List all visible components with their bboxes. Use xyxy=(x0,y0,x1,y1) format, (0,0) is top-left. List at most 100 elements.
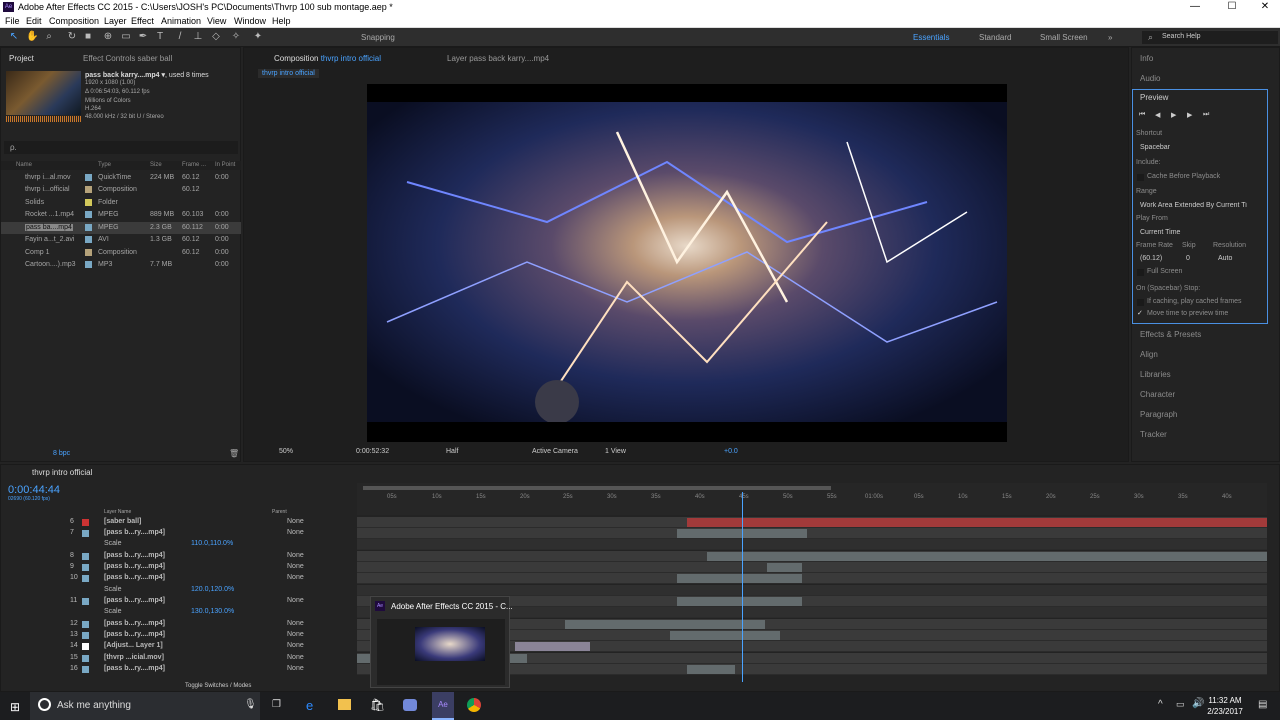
layer-track[interactable] xyxy=(357,573,1267,584)
full-screen-checkbox[interactable] xyxy=(1137,269,1144,276)
discord-icon[interactable] xyxy=(403,699,417,711)
move-time-checkbox[interactable]: ✓ xyxy=(1137,310,1144,317)
pen-tool-icon[interactable]: ✒ xyxy=(137,31,149,43)
first-frame-icon[interactable]: ⏮ xyxy=(1139,111,1145,119)
cortana-search-input[interactable]: Ask me anything xyxy=(57,700,131,711)
layer-row[interactable]: 8 [pass b...ry....mp4] None xyxy=(0,551,356,562)
trash-icon[interactable]: 🗑 xyxy=(229,449,239,458)
workspace-standard[interactable]: Standard xyxy=(979,33,1011,42)
explorer-icon[interactable] xyxy=(338,699,351,710)
exposure-value[interactable]: +0.0 xyxy=(724,448,738,455)
panel-align[interactable]: Align xyxy=(1140,350,1270,359)
type-tool-icon[interactable]: T xyxy=(154,31,166,43)
minimize-button[interactable]: — xyxy=(1175,1,1215,12)
menu-file[interactable]: File xyxy=(5,16,20,26)
selection-tool-icon[interactable]: ↖ xyxy=(8,31,20,43)
shortcut-dropdown[interactable]: Spacebar xyxy=(1140,144,1245,151)
help-search-input[interactable]: Search Help xyxy=(1162,33,1201,40)
list-item[interactable]: pass ba....mp4 MPEG 2.3 GB 60.112 0:00 xyxy=(1,222,241,234)
menu-effect[interactable]: Effect xyxy=(131,16,154,26)
property-row[interactable]: Scale 110.0,110.0% xyxy=(0,539,356,550)
camera-tool-icon[interactable]: ■ xyxy=(82,31,94,43)
previous-frame-icon[interactable]: ◀ xyxy=(1155,111,1160,119)
layer-row[interactable]: 13 [pass b...ry....mp4] None xyxy=(0,630,356,641)
taskbar-preview-popup[interactable]: Ae Adobe After Effects CC 2015 - C... xyxy=(370,596,513,688)
tab-project[interactable]: Project xyxy=(9,54,34,63)
workspace-essentials[interactable]: Essentials xyxy=(913,33,949,42)
playhead[interactable] xyxy=(742,492,743,682)
panel-tracker[interactable]: Tracker xyxy=(1140,430,1270,439)
workspace-small-screen[interactable]: Small Screen xyxy=(1040,33,1088,42)
eraser-tool-icon[interactable]: ◇ xyxy=(210,31,222,43)
tab-effect-controls[interactable]: Effect Controls saber ball xyxy=(83,54,172,63)
snapping-label[interactable]: Snapping xyxy=(361,33,395,42)
work-area-bar[interactable] xyxy=(363,486,831,490)
camera-dropdown[interactable]: Active Camera xyxy=(532,448,578,455)
tab-timeline[interactable]: thvrp intro official xyxy=(32,468,92,477)
list-item[interactable]: thvrp i...al.mov QuickTime 224 MB 60.12 0:00 xyxy=(1,172,241,184)
menu-layer[interactable]: Layer xyxy=(104,16,127,26)
property-row[interactable]: Scale 120.0,120.0% xyxy=(0,585,356,596)
layer-track[interactable] xyxy=(357,551,1267,562)
panel-effects-presets[interactable]: Effects & Presets xyxy=(1140,330,1270,339)
menu-window[interactable]: Window xyxy=(234,16,266,26)
windows-start-icon[interactable]: ⊞ xyxy=(10,700,20,714)
layer-track[interactable] xyxy=(357,539,1267,550)
layer-row[interactable]: 7 [pass b...ry....mp4] None xyxy=(0,528,356,539)
tab-layer[interactable]: Layer pass back karry....mp4 xyxy=(447,54,549,63)
column-size[interactable]: Size xyxy=(150,162,162,168)
list-item[interactable]: Comp 1 Composition 60.12 0:00 xyxy=(1,247,241,259)
panel-libraries[interactable]: Libraries xyxy=(1140,370,1270,379)
project-search-input[interactable]: ρ. xyxy=(10,143,17,152)
if-caching-checkbox[interactable] xyxy=(1137,299,1144,306)
notifications-icon[interactable]: ▤ xyxy=(1258,699,1267,710)
magnification-dropdown[interactable]: 50% xyxy=(279,448,293,455)
layer-row[interactable]: 6 [saber ball] None xyxy=(0,517,356,528)
edge-icon[interactable]: e xyxy=(306,698,313,713)
resolution-dropdown[interactable]: Half xyxy=(446,448,458,455)
pan-behind-tool-icon[interactable]: ⊕ xyxy=(102,31,114,43)
next-frame-icon[interactable]: ▶ xyxy=(1187,111,1192,119)
hand-tool-icon[interactable]: ✋ xyxy=(26,31,38,43)
clone-tool-icon[interactable]: ⊥ xyxy=(192,31,204,43)
list-item[interactable]: thvrp i...official Composition 60.12 xyxy=(1,184,241,196)
play-icon[interactable]: ▶ xyxy=(1171,111,1176,119)
list-item[interactable]: Rocket ...1.mp4 MPEG 889 MB 60.103 0:00 xyxy=(1,209,241,221)
project-search[interactable]: ρ. xyxy=(4,141,238,154)
last-frame-icon[interactable]: ⏭ xyxy=(1203,111,1209,119)
cortana-search[interactable]: Ask me anything 🎙 xyxy=(30,692,260,720)
panel-audio[interactable]: Audio xyxy=(1140,74,1270,83)
help-search[interactable]: ⌕ Search Help xyxy=(1142,31,1278,44)
layer-row[interactable]: 9 [pass b...ry....mp4] None xyxy=(0,562,356,573)
layer-track[interactable] xyxy=(357,585,1267,596)
panel-info[interactable]: Info xyxy=(1140,54,1270,63)
list-item[interactable]: Solids Folder xyxy=(1,197,241,209)
layer-row[interactable]: 14 [Adjust... Layer 1] None xyxy=(0,641,356,652)
column-frame[interactable]: Frame ... xyxy=(182,162,206,168)
clock-time[interactable]: 11:32 AM xyxy=(1205,696,1245,705)
current-time-display[interactable]: 0:00:52:32 xyxy=(356,448,389,455)
skip-dropdown[interactable]: 0 xyxy=(1186,255,1206,262)
menu-edit[interactable]: Edit xyxy=(26,16,42,26)
more-workspaces-icon[interactable]: » xyxy=(1108,33,1112,42)
rotate-tool-icon[interactable]: ↻ xyxy=(66,31,78,43)
layer-row[interactable]: 12 [pass b...ry....mp4] None xyxy=(0,619,356,630)
menu-composition[interactable]: Composition xyxy=(49,16,99,26)
column-type[interactable]: Type xyxy=(98,162,111,168)
view-layout-dropdown[interactable]: 1 View xyxy=(605,448,626,455)
microphone-icon[interactable]: 🎙 xyxy=(244,699,257,710)
layer-track[interactable] xyxy=(357,562,1267,573)
layer-row[interactable]: 10 [pass b...ry....mp4] None xyxy=(0,573,356,584)
panel-paragraph[interactable]: Paragraph xyxy=(1140,410,1270,419)
menu-animation[interactable]: Animation xyxy=(161,16,201,26)
task-view-icon[interactable]: ❐ xyxy=(272,699,281,710)
layer-track[interactable] xyxy=(357,517,1267,528)
cache-checkbox[interactable] xyxy=(1137,174,1144,181)
volume-icon[interactable]: 🔊 xyxy=(1192,698,1204,709)
list-item[interactable]: Fayin a...t_2.avi AVI 1.3 GB 60.12 0:00 xyxy=(1,234,241,246)
column-in-point[interactable]: In Point xyxy=(215,162,235,168)
brush-tool-icon[interactable]: / xyxy=(174,31,186,43)
tab-composition[interactable]: Composition thvrp intro official xyxy=(274,54,381,63)
list-item[interactable]: Cartoon....).mp3 MP3 7.7 MB 0:00 xyxy=(1,259,241,271)
timeline-timecode[interactable]: 0:00:44:44 xyxy=(8,484,60,496)
